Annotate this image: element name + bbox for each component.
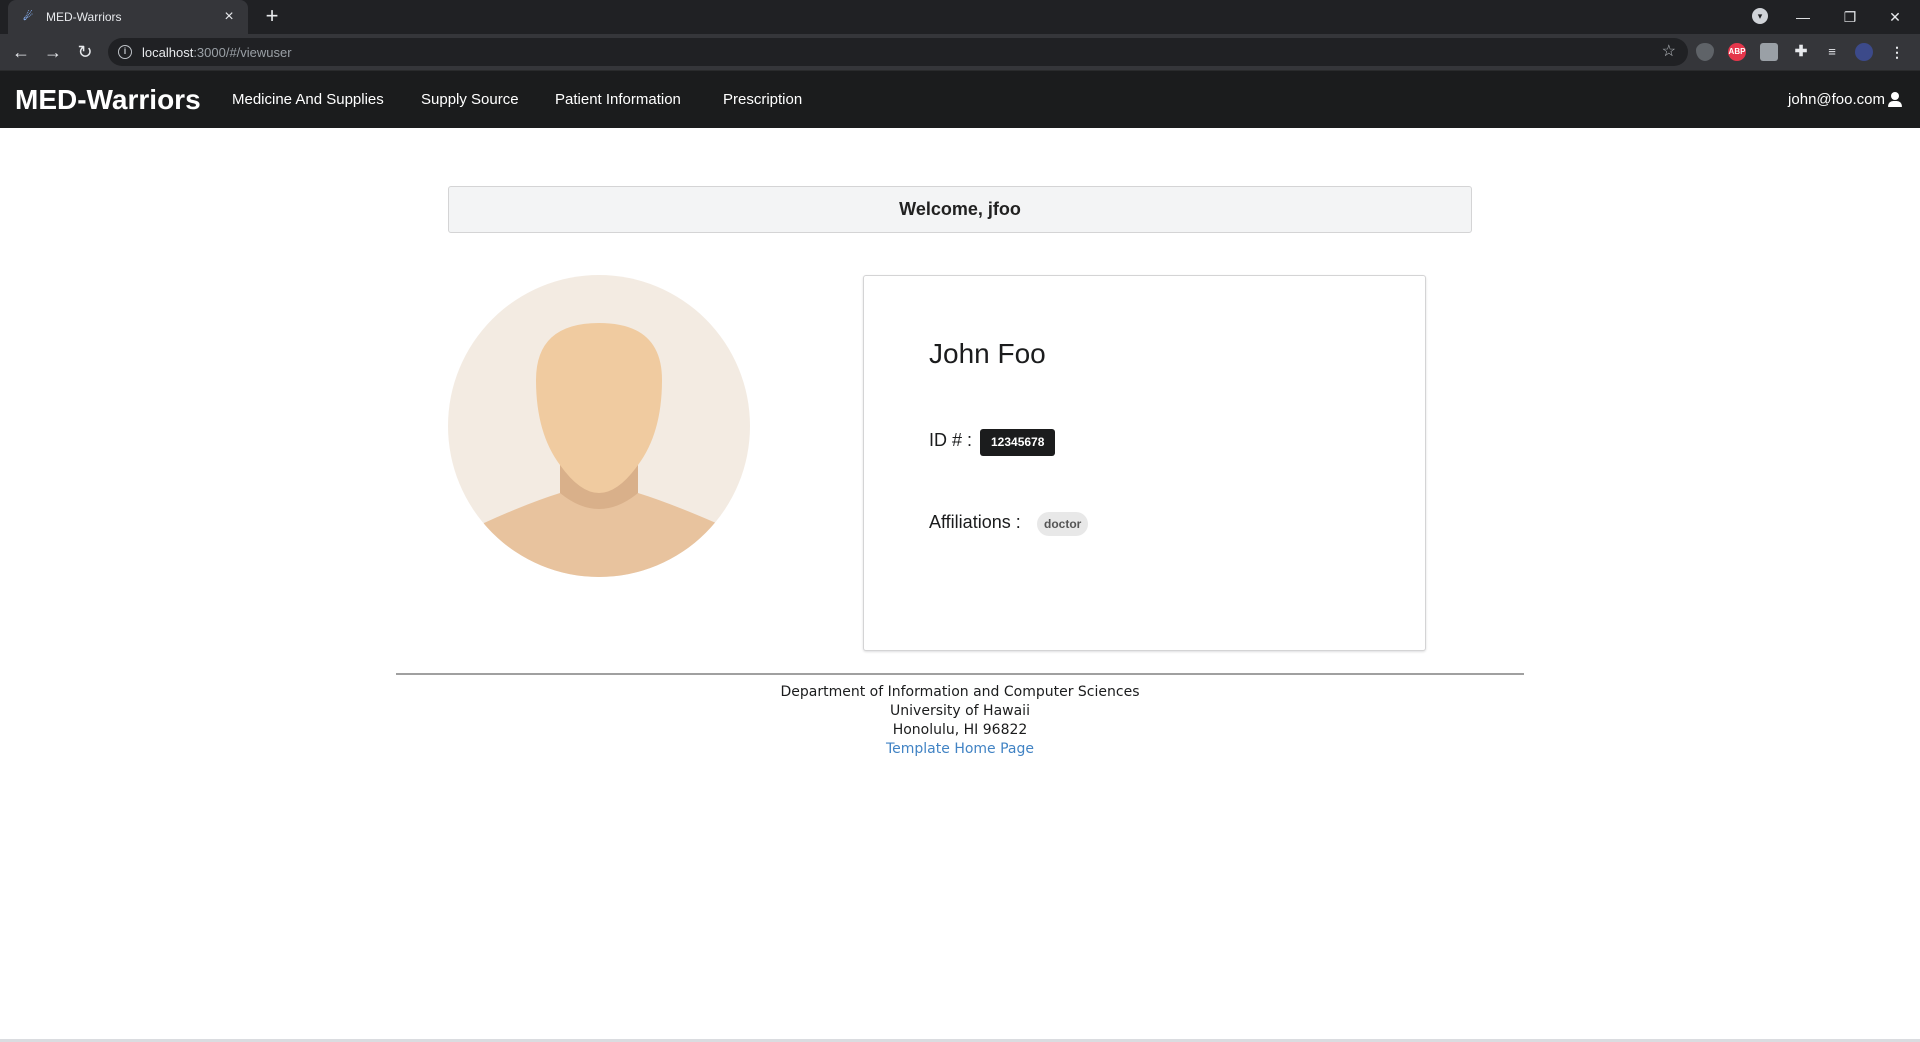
nav-medicine-and-supplies[interactable]: Medicine And Supplies bbox=[232, 91, 384, 108]
grid-extension-icon[interactable] bbox=[1760, 43, 1778, 61]
url-path: :3000/#/viewuser bbox=[193, 44, 292, 60]
nav-supply-source[interactable]: Supply Source bbox=[421, 91, 519, 108]
footer-university: University of Hawaii bbox=[890, 703, 1030, 719]
affiliation-badge: doctor bbox=[1037, 512, 1089, 536]
browser-tab[interactable]: ☄ MED-Warriors × bbox=[8, 0, 248, 34]
info-icon[interactable]: i bbox=[118, 45, 132, 59]
browser-tab-strip: ☄ MED-Warriors × + ▾ — ❐ ✕ bbox=[0, 0, 1920, 34]
bookmark-star-icon[interactable]: ☆ bbox=[1662, 43, 1676, 61]
id-label: ID # : bbox=[929, 430, 973, 450]
footer: Department of Information and Computer S… bbox=[396, 683, 1524, 759]
welcome-banner: Welcome, jfoo bbox=[448, 186, 1472, 233]
profile-name: John Foo bbox=[929, 338, 1046, 369]
url-host: localhost bbox=[142, 44, 194, 60]
close-tab-icon[interactable]: × bbox=[220, 8, 238, 26]
restore-icon[interactable]: ❐ bbox=[1835, 4, 1865, 30]
template-home-link[interactable]: Template Home Page bbox=[886, 741, 1034, 757]
footer-department: Department of Information and Computer S… bbox=[780, 684, 1140, 700]
brand-logo[interactable]: MED-Warriors bbox=[15, 84, 201, 116]
puzzle-extensions-icon[interactable]: ✚ bbox=[1792, 43, 1810, 61]
reload-icon[interactable]: ↻ bbox=[73, 40, 97, 64]
forward-icon[interactable]: → bbox=[41, 40, 65, 64]
tab-search-icon[interactable]: ▾ bbox=[1752, 8, 1768, 24]
tab-title: MED-Warriors bbox=[46, 10, 122, 24]
back-icon[interactable]: ← bbox=[9, 40, 33, 64]
minimize-icon[interactable]: — bbox=[1788, 4, 1818, 30]
chrome-menu-icon[interactable]: ⋮ bbox=[1888, 43, 1906, 61]
avatar bbox=[448, 275, 750, 577]
address-bar[interactable]: i localhost:3000/#/viewuser ☆ bbox=[108, 38, 1688, 66]
close-window-icon[interactable]: ✕ bbox=[1880, 4, 1910, 30]
nav-prescription[interactable]: Prescription bbox=[723, 91, 802, 108]
browser-toolbar: ← → ↻ i localhost:3000/#/viewuser ☆ ABP … bbox=[0, 34, 1920, 70]
user-email: john@foo.com bbox=[1788, 91, 1885, 108]
user-icon bbox=[1888, 92, 1902, 107]
adblock-extension-icon[interactable]: ABP bbox=[1728, 43, 1746, 61]
new-tab-icon[interactable]: + bbox=[260, 5, 284, 29]
footer-address: Honolulu, HI 96822 bbox=[892, 722, 1028, 738]
shield-extension-icon[interactable] bbox=[1696, 43, 1714, 61]
meteor-icon: ☄ bbox=[23, 11, 33, 23]
profile-avatar-icon[interactable] bbox=[1855, 43, 1873, 61]
app-navbar: MED-Warriors Medicine And Supplies Suppl… bbox=[0, 70, 1920, 128]
id-badge: 12345678 bbox=[980, 429, 1056, 456]
profile-card: John Foo ID # : 12345678 Affiliations : … bbox=[863, 275, 1426, 651]
media-queue-icon[interactable]: ≡ bbox=[1823, 43, 1841, 61]
affiliations-label: Affiliations : bbox=[929, 512, 1021, 532]
user-menu[interactable]: john@foo.com bbox=[1788, 91, 1902, 108]
nav-patient-information[interactable]: Patient Information bbox=[555, 91, 681, 108]
footer-divider bbox=[396, 673, 1524, 675]
